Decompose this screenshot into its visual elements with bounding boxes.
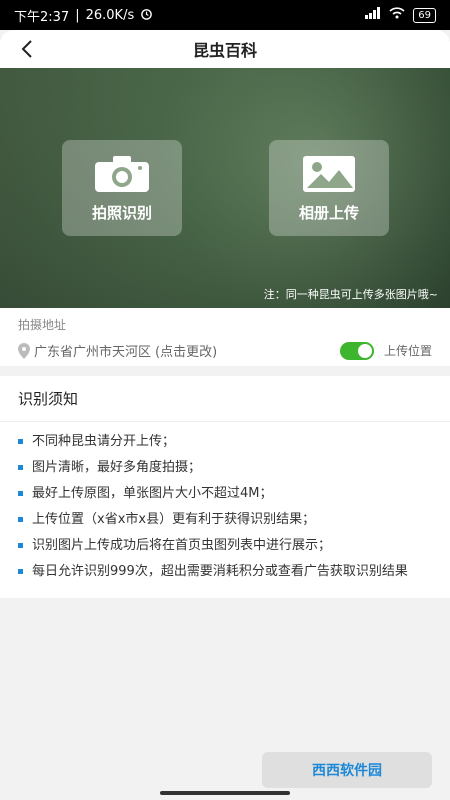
status-speed: 26.0K/s [85,7,135,23]
back-button[interactable] [14,36,40,62]
camera-identify-button[interactable]: 拍照识别 [62,140,182,236]
signal-icon [365,7,381,23]
location-change-hint: (点击更改) [155,345,218,360]
location-selector[interactable]: 广东省广州市天河区 (点击更改) [18,341,217,360]
location-label: 拍摄地址 [18,318,67,332]
camera-identify-label: 拍照识别 [91,203,152,222]
hero-banner: 拍照识别 相册上传 注：同一种昆虫可上传多张图片哦~ [0,68,450,308]
notice-section: 识别须知 不同种昆虫请分开上传； 图片清晰，最好多角度拍摄； 最好上传原图，单张… [0,376,450,598]
title-bar: 昆虫百科 [0,30,450,68]
album-upload-button[interactable]: 相册上传 [269,140,389,236]
watermark-text: 西西软件园 [312,763,382,779]
list-item: 最好上传原图，单张图片大小不超过4M； [18,484,432,504]
status-time: 下午2:37 [14,9,70,25]
album-upload-label: 相册上传 [298,203,359,222]
wifi-icon [389,7,405,23]
notice-heading: 识别须知 [0,376,450,422]
list-item: 图片清晰，最好多角度拍摄； [18,458,432,478]
list-item: 每日允许识别999次，超出需要消耗积分或查看广告获取识别结果 [18,562,432,582]
watermark-logo: 西西软件园 [262,752,432,788]
camera-icon [95,155,149,192]
location-section: 拍摄地址 广东省广州市天河区 (点击更改) 上传位置 [0,308,450,366]
location-address: 广东省广州市天河区 [34,345,152,360]
list-item: 上传位置（x省x市x县）更有利于获得识别结果； [18,510,432,530]
battery-icon: 69 [413,7,436,23]
notice-list: 不同种昆虫请分开上传； 图片清晰，最好多角度拍摄； 最好上传原图，单张图片大小不… [0,422,450,598]
upload-location-toggle[interactable] [339,341,374,360]
chevron-left-icon [21,40,32,58]
status-bar: 下午2:37 | 26.0K/s 69 [0,0,450,30]
status-divider: | [75,7,80,23]
upload-note: 注：同一种昆虫可上传多张图片哦~ [263,288,438,301]
location-pin-icon [18,342,30,359]
image-icon [303,155,355,192]
page-title: 昆虫百科 [192,41,257,60]
list-item: 不同种昆虫请分开上传； [18,432,432,452]
upload-location-label: 上传位置 [383,344,432,358]
list-item: 识别图片上传成功后将在首页虫图列表中进行展示； [18,536,432,556]
home-indicator[interactable] [160,791,290,795]
alarm-icon [140,7,153,24]
